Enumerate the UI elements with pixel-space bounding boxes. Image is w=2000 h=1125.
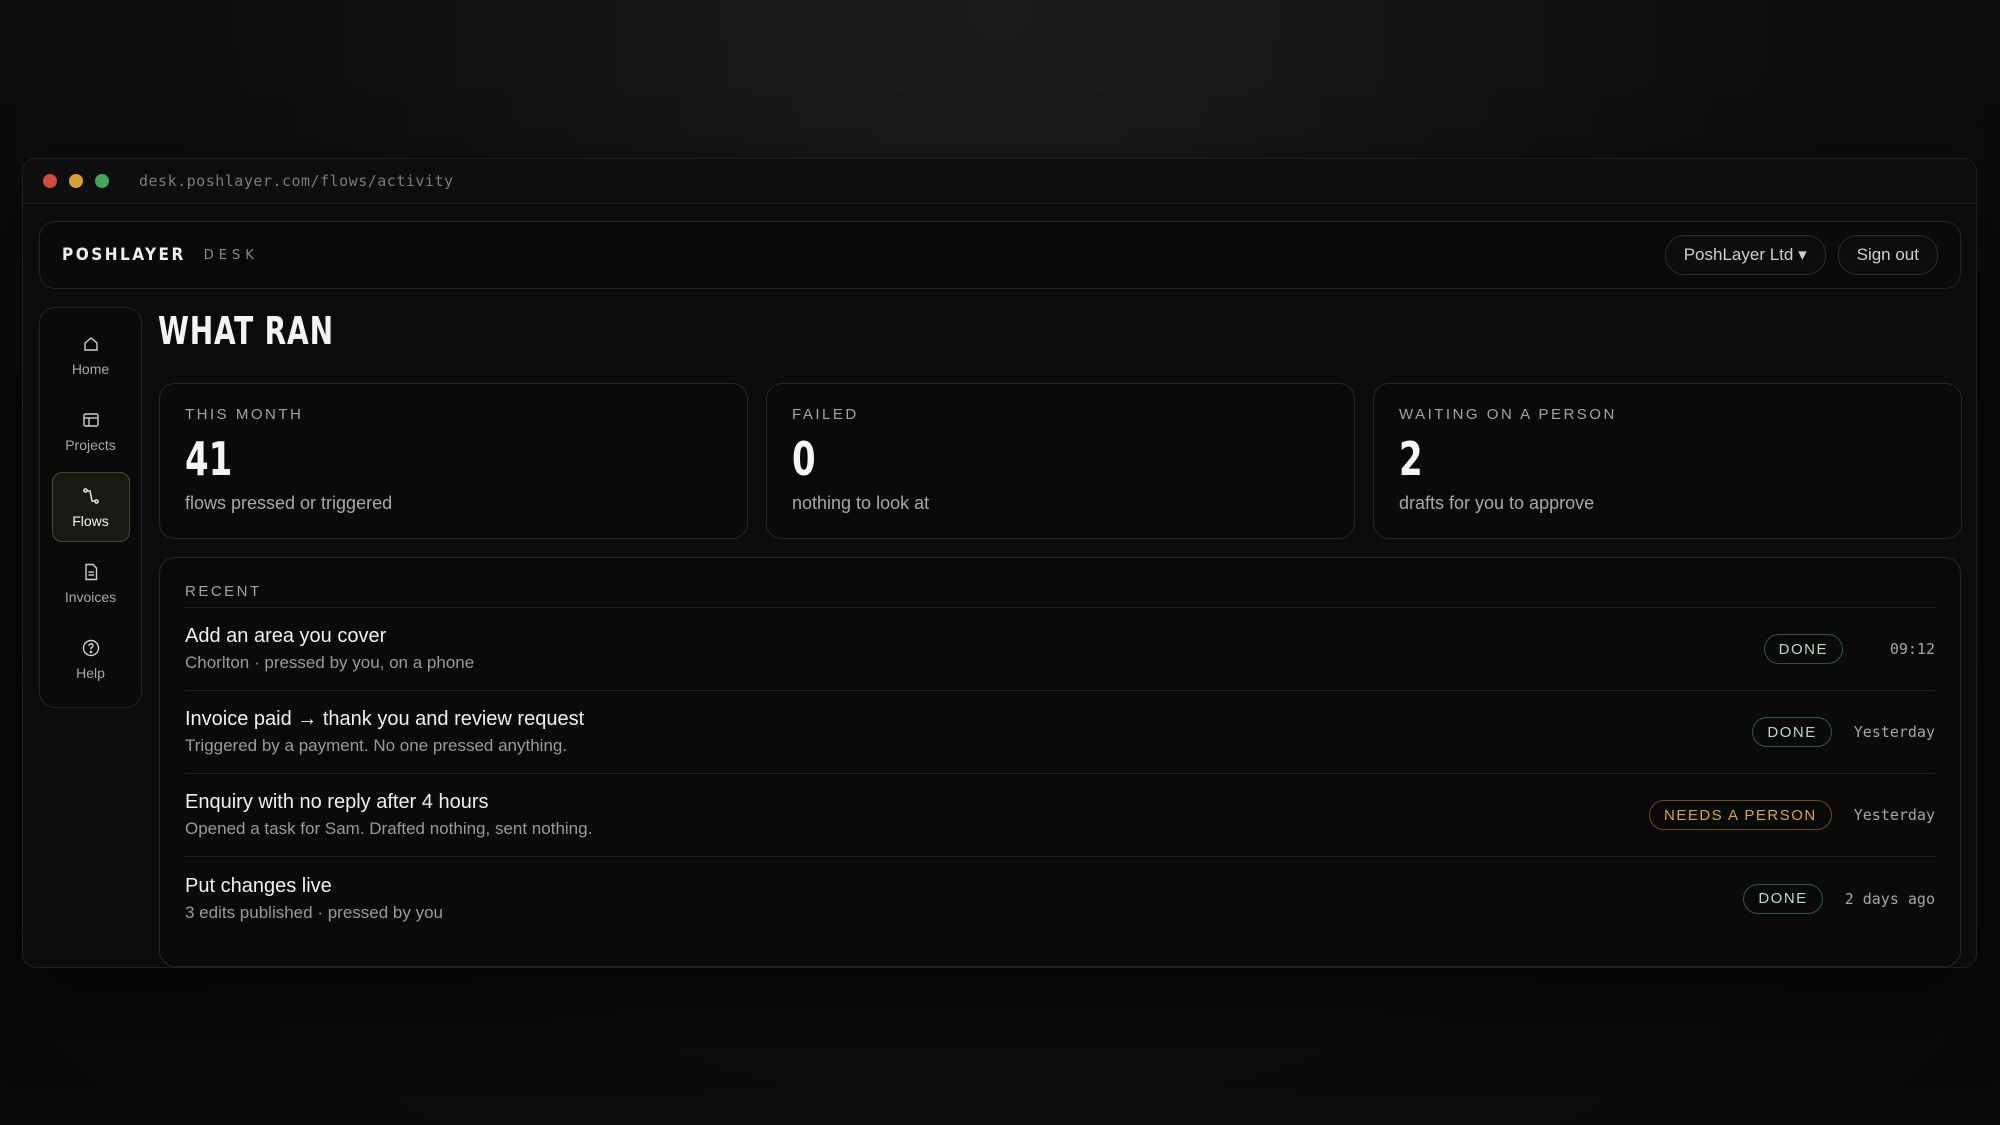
activity-row[interactable]: Put changes live 3 edits published · pre… [185, 857, 1935, 940]
sidebar-item-label: Help [76, 664, 105, 681]
sidebar-item-invoices[interactable]: Invoices [52, 548, 130, 618]
stats-row: THIS MONTH 41 flows pressed or triggered… [159, 383, 1962, 539]
address-bar[interactable]: desk.poshlayer.com/flows/activity [139, 172, 454, 190]
sidebar-item-label: Home [71, 360, 110, 377]
activity-time: Yesterday [1853, 806, 1935, 824]
sidebar-item-help[interactable]: Help [52, 624, 130, 694]
sidebar-item-label: Invoices [64, 588, 117, 605]
invoice-icon [84, 563, 97, 580]
browser-window: desk.poshlayer.com/flows/activity POSHLA… [22, 158, 1977, 968]
stat-label: THIS MONTH [185, 406, 304, 423]
sidebar: Home Projects Flows Invoices Help [39, 307, 142, 708]
activity-title: Enquiry with no reply after 4 hours [185, 791, 489, 813]
stat-label: FAILED [792, 406, 859, 423]
activity-subtitle: Opened a task for Sam. Drafted nothing, … [185, 819, 593, 838]
close-window-button[interactable] [43, 174, 57, 188]
activity-title: Put changes live [185, 874, 332, 897]
activity-time: 09:12 [1889, 640, 1935, 658]
activity-row[interactable]: Add an area you cover Chorlton · pressed… [185, 608, 1935, 691]
activity-row[interactable]: Invoice paid → thank you and review requ… [185, 691, 1935, 774]
sidebar-item-label: Projects [65, 436, 116, 453]
page-title: WHAT RAN [158, 309, 334, 353]
stat-value: 41 [185, 432, 233, 486]
projects-icon [82, 412, 99, 427]
stat-description: nothing to look at [792, 493, 930, 513]
activity-time: 2 days ago [1844, 889, 1935, 908]
activity-subtitle: Triggered by a payment. No one pressed a… [185, 736, 568, 755]
recent-activity-panel: RECENT Add an area you cover Chorlton · … [159, 557, 1961, 967]
stat-card-this-month: THIS MONTH 41 flows pressed or triggered [159, 383, 748, 539]
status-badge: DONE [1743, 883, 1823, 914]
flows-icon [82, 487, 99, 504]
stat-card-failed: FAILED 0 nothing to look at [766, 383, 1355, 539]
recent-heading: RECENT [185, 558, 1935, 608]
activity-title: Add an area you cover [185, 625, 387, 647]
sidebar-item-home[interactable]: Home [52, 320, 130, 390]
activity-subtitle: 3 edits published · pressed by you [185, 902, 443, 922]
minimize-window-button[interactable] [69, 174, 83, 188]
stat-value: 0 [792, 432, 816, 486]
activity-row[interactable]: Enquiry with no reply after 4 hours Open… [185, 774, 1935, 857]
stat-description: drafts for you to approve [1399, 493, 1595, 513]
stat-value: 2 [1399, 432, 1423, 486]
brand-subtitle: DESK [203, 247, 259, 263]
stat-label: WAITING ON A PERSON [1399, 406, 1617, 423]
sign-out-button[interactable]: Sign out [1837, 235, 1938, 275]
activity-time: Yesterday [1853, 723, 1935, 741]
activity-title: Invoice paid → thank you and review requ… [185, 708, 585, 730]
sidebar-item-flows[interactable]: Flows [51, 472, 130, 542]
maximize-window-button[interactable] [95, 174, 109, 188]
stat-card-waiting: WAITING ON A PERSON 2 drafts for you to … [1373, 383, 1962, 539]
status-badge: DONE [1763, 634, 1843, 664]
status-badge: DONE [1752, 717, 1832, 747]
brand-logo[interactable]: POSHLAYER [62, 245, 186, 265]
app-header: POSHLAYER DESK PoshLayer Ltd ▾ Sign out [39, 221, 1961, 289]
activity-subtitle: Chorlton · pressed by you, on a phone [185, 653, 475, 672]
org-selector-button[interactable]: PoshLayer Ltd ▾ [1664, 235, 1826, 275]
sidebar-item-label: Flows [72, 512, 109, 529]
home-icon [83, 336, 98, 351]
sidebar-item-projects[interactable]: Projects [52, 396, 130, 466]
browser-titlebar: desk.poshlayer.com/flows/activity [23, 159, 1976, 204]
help-icon [82, 639, 99, 656]
status-badge: NEEDS A PERSON [1649, 800, 1832, 830]
stat-description: flows pressed or triggered [185, 493, 393, 513]
